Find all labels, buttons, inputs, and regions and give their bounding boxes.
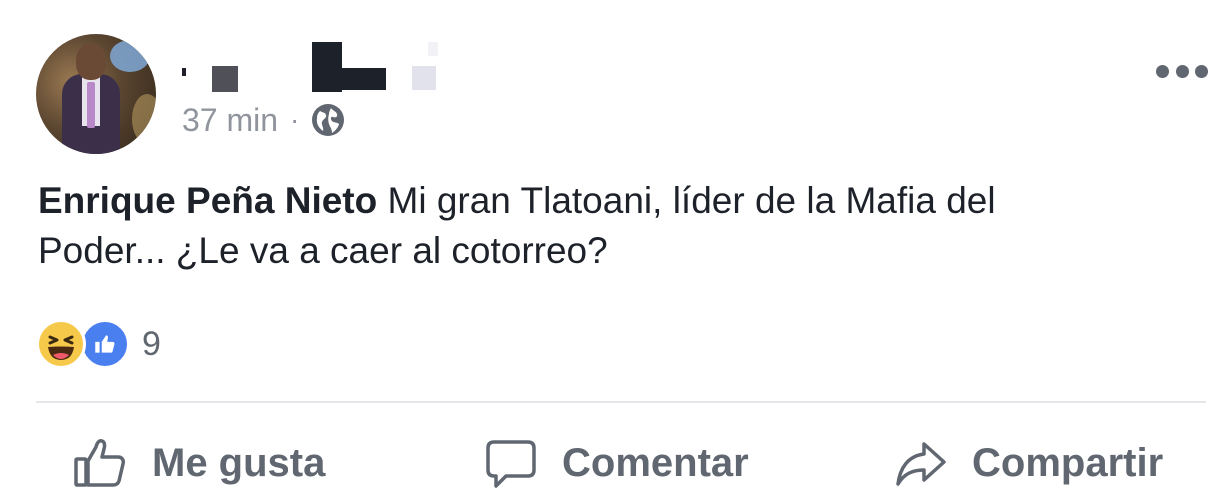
thumbs-up-icon — [74, 439, 125, 487]
reactions-summary[interactable]: 9 — [36, 318, 161, 370]
post-body: Enrique Peña Nieto Mi gran Tlatoani, líd… — [38, 176, 1198, 276]
like-reaction-icon — [80, 319, 130, 369]
share-label: Compartir — [972, 440, 1164, 485]
globe-icon[interactable] — [311, 103, 345, 137]
profile-avatar[interactable] — [36, 34, 156, 154]
avatar-head — [76, 44, 106, 80]
comment-button[interactable]: Comentar — [484, 428, 749, 498]
more-dot — [1195, 64, 1208, 78]
more-dot — [1156, 64, 1169, 78]
redaction-block — [428, 42, 438, 56]
share-button[interactable]: Compartir — [894, 428, 1163, 498]
action-bar: Me gusta Comentar Compartir — [0, 428, 1230, 498]
comment-label: Comentar — [562, 440, 749, 485]
like-label: Me gusta — [152, 440, 326, 485]
post-text-line1: Mi gran Tlatoani, líder de la Mafia del — [377, 180, 996, 221]
avatar-tie — [87, 82, 95, 128]
like-button[interactable]: Me gusta — [72, 428, 325, 498]
more-options-icon[interactable] — [1156, 62, 1208, 80]
mentioned-profile-link[interactable]: Enrique Peña Nieto — [38, 180, 377, 221]
haha-reaction-icon — [36, 319, 86, 369]
redaction-block — [312, 42, 342, 92]
post-text-line2: Poder... ¿Le va a caer al cotorreo? — [38, 230, 608, 271]
post-meta: 37 min · — [182, 100, 345, 140]
more-dot — [1175, 64, 1189, 78]
redaction-block — [212, 66, 238, 92]
redaction-block — [342, 68, 386, 90]
avatar-background — [132, 94, 156, 144]
divider — [36, 401, 1206, 403]
meta-separator: · — [290, 104, 300, 135]
avatar-sign — [110, 40, 150, 72]
redaction-block — [182, 68, 186, 76]
redacted-author-name[interactable] — [180, 40, 450, 92]
redaction-block — [412, 66, 436, 90]
comment-icon — [486, 440, 536, 488]
share-arrow-icon — [896, 442, 946, 486]
reaction-count: 9 — [142, 324, 161, 363]
post-timestamp[interactable]: 37 min — [182, 102, 278, 139]
